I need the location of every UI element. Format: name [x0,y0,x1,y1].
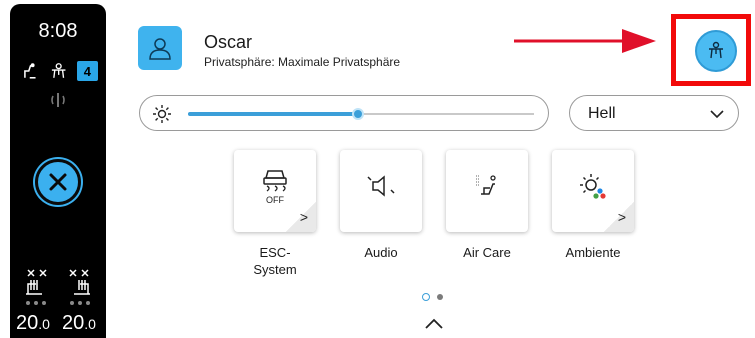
tile-esc-system[interactable]: OFF > [234,150,316,232]
left-seat-level-dots [26,301,46,305]
chevron-right-icon: > [617,209,626,225]
tile-label-esc-system: ESC- System [230,244,320,278]
ambient-light-icon [580,174,606,199]
display-mode-dropdown[interactable]: Hell [569,95,739,131]
chevron-right-icon: > [299,209,308,225]
slider-handle[interactable] [352,108,364,120]
tile-air-care[interactable] [446,150,528,232]
tile-label-air-care: Air Care [463,245,511,260]
annotation-arrow [514,29,656,53]
close-icon [49,173,67,191]
expand-up-chevron-icon[interactable] [424,317,444,331]
left-temp-decimal: .0 [38,316,50,332]
brightness-sun-icon [153,105,171,123]
wireless-charging-icon [51,93,65,107]
right-seat-ventilation-icon[interactable] [64,266,94,298]
user-profile-avatar[interactable] [138,26,182,70]
speaker-mute-icon [367,175,395,197]
chevron-down-icon [710,110,724,119]
tile-audio[interactable] [340,150,422,232]
tile-label-line: System [253,262,297,277]
privacy-mode-button[interactable] [695,30,737,72]
privacy-status: Privatsphäre: Maximale Privatsphäre [204,55,401,69]
profile-name: Oscar [204,32,253,52]
right-temp-decimal: .0 [84,316,96,332]
status-sidebar: 8:08 4 20.0 20.0 [10,4,106,338]
page-dot[interactable] [437,294,443,300]
page-indicator [422,293,443,301]
esc-off-icon: OFF [263,170,287,205]
user-icon [149,38,171,60]
clock: 8:08 [38,20,78,42]
air-care-icon [476,175,496,195]
left-seat-ventilation-icon[interactable] [22,266,52,298]
esc-off-text: OFF [266,195,284,205]
slider-fill [188,112,358,116]
left-temperature[interactable]: 20.0 [16,312,50,335]
notification-badge[interactable]: 4 [76,61,99,81]
brightness-slider[interactable] [139,95,549,131]
close-button[interactable] [35,159,81,205]
tile-label-line: ESC- [259,245,291,260]
right-temperature[interactable]: 20.0 [62,312,96,335]
tile-label-audio: Audio [364,245,398,260]
privacy-person-icon [709,41,723,59]
driver-seat-icon [24,63,36,79]
status-icons-row: 4 [22,60,99,82]
privacy-person-icon [52,63,66,78]
right-temp-main: 20 [62,312,85,334]
page-dot-active[interactable] [422,293,430,301]
left-temp-main: 20 [16,312,39,334]
display-mode-value: Hell [588,105,616,122]
right-seat-level-dots [70,301,90,305]
tile-ambiente[interactable]: > [552,150,634,232]
tile-label-ambiente: Ambiente [565,245,621,260]
